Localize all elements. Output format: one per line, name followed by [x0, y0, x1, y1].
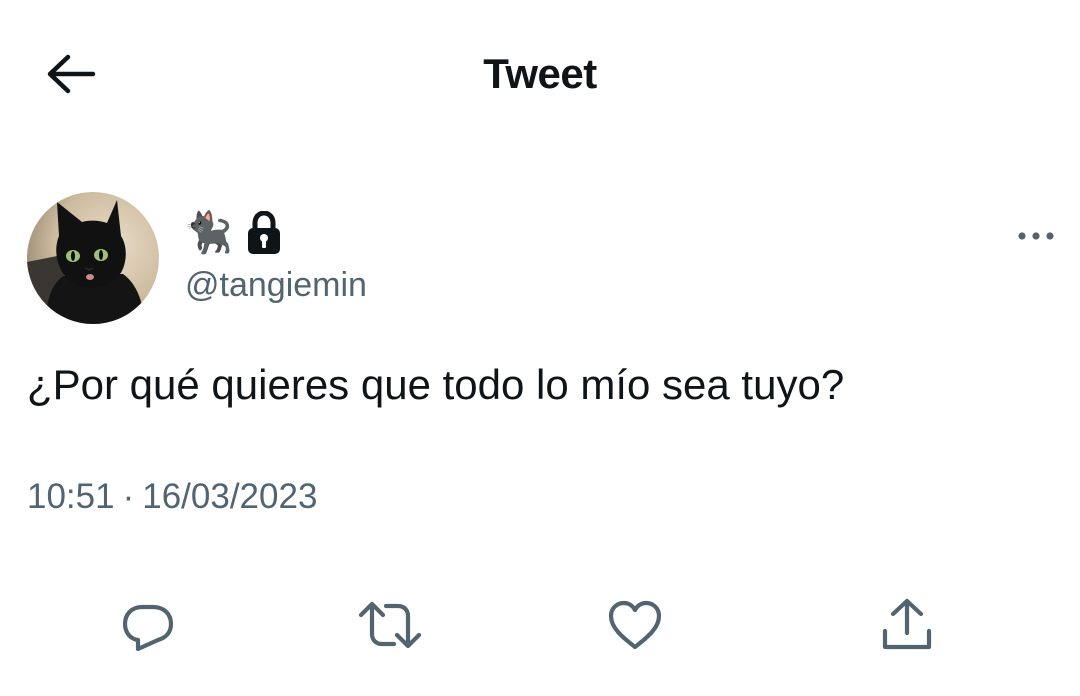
reply-button[interactable] [113, 590, 183, 660]
tweet-text: ¿Por qué quieres que todo lo mío sea tuy… [27, 361, 845, 408]
separator: · [122, 477, 135, 516]
share-icon [882, 598, 932, 650]
black-cat-avatar-image [27, 192, 159, 324]
like-button[interactable] [600, 590, 670, 660]
tweet-timestamp[interactable]: 10:51 · 16/03/2023 [27, 472, 317, 522]
reply-icon [122, 604, 174, 652]
retweet-icon [358, 601, 422, 649]
display-name: 🐈‍⬛ [183, 211, 233, 255]
page-title: Tweet [483, 50, 597, 97]
top-bar: Tweet [0, 0, 1080, 150]
share-button[interactable] [872, 590, 942, 660]
tweet-time: 10:51 [27, 477, 115, 516]
like-icon [608, 600, 662, 650]
lock-icon [247, 211, 280, 254]
avatar[interactable] [27, 192, 159, 324]
tweet-actions [0, 590, 1080, 660]
more-horizontal-icon [1018, 232, 1054, 240]
tweet-date: 16/03/2023 [142, 477, 318, 516]
retweet-button[interactable] [355, 590, 425, 660]
author-name-row[interactable]: 🐈‍⬛ [183, 208, 281, 258]
author-handle[interactable]: @tangiemin [185, 262, 367, 308]
more-options-button[interactable] [1010, 218, 1062, 254]
